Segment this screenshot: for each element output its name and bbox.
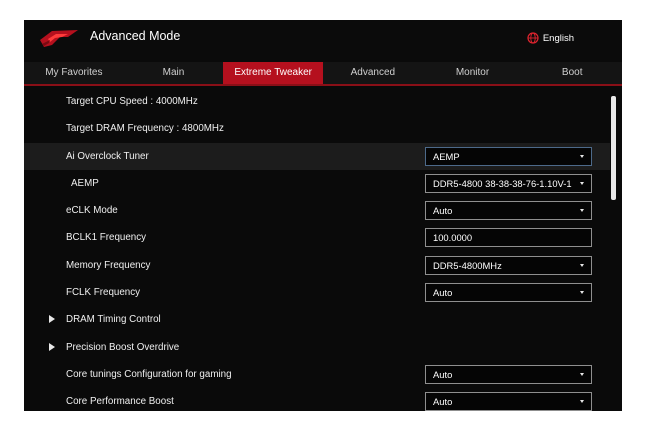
memory-frequency-label: Memory Frequency — [66, 260, 151, 271]
tab-extreme-tweaker[interactable]: Extreme Tweaker — [223, 62, 324, 84]
core-tunings-dropdown[interactable]: Auto — [425, 365, 592, 384]
core-tunings-value: Auto — [433, 369, 453, 380]
header-bar: Advanced Mode English — [24, 20, 622, 60]
scrollbar-track[interactable] — [611, 96, 616, 411]
dram-timing-control-label: DRAM Timing Control — [66, 314, 161, 325]
memory-frequency-value: DDR5-4800MHz — [433, 260, 502, 271]
tab-boot[interactable]: Boot — [522, 62, 622, 84]
scrollbar-thumb[interactable] — [611, 96, 616, 200]
fclk-frequency-value: Auto — [433, 287, 453, 298]
memory-frequency-dropdown[interactable]: DDR5-4800MHz — [425, 256, 592, 275]
row-fclk-frequency[interactable]: FCLK Frequency Auto — [24, 279, 610, 306]
aemp-value: DDR5-4800 38-38-38-76-1.10V-1 — [433, 178, 572, 189]
row-precision-boost-overdrive[interactable]: Precision Boost Overdrive — [24, 334, 610, 361]
bclk1-frequency-value: 100.0000 — [433, 232, 473, 243]
bclk1-frequency-input[interactable]: 100.0000 — [425, 228, 592, 247]
submenu-arrow-icon — [49, 343, 55, 351]
row-eclk-mode[interactable]: eCLK Mode Auto — [24, 197, 610, 224]
target-dram-frequency-label: Target DRAM Frequency : 4800MHz — [66, 123, 224, 134]
tab-monitor[interactable]: Monitor — [423, 62, 523, 84]
bios-screen: Advanced Mode English My Favorites Main … — [24, 20, 622, 411]
chevron-down-icon — [580, 264, 584, 267]
eclk-mode-dropdown[interactable]: Auto — [425, 201, 592, 220]
chevron-down-icon — [580, 209, 584, 212]
chevron-down-icon — [580, 155, 584, 158]
row-dram-timing-control[interactable]: DRAM Timing Control — [24, 306, 610, 333]
language-selector[interactable]: English — [527, 32, 574, 44]
fclk-frequency-dropdown[interactable]: Auto — [425, 283, 592, 302]
row-core-performance-boost[interactable]: Core Performance Boost Auto — [24, 388, 610, 411]
globe-icon — [527, 32, 539, 44]
core-performance-boost-label: Core Performance Boost — [66, 396, 174, 407]
eclk-mode-value: Auto — [433, 205, 453, 216]
tab-my-favorites[interactable]: My Favorites — [24, 62, 124, 84]
core-performance-boost-dropdown[interactable]: Auto — [425, 392, 592, 411]
tab-advanced[interactable]: Advanced — [323, 62, 423, 84]
row-aemp[interactable]: AEMP DDR5-4800 38-38-38-76-1.10V-1 — [24, 170, 610, 197]
tab-main[interactable]: Main — [124, 62, 224, 84]
core-performance-boost-value: Auto — [433, 396, 453, 407]
ai-overclock-tuner-dropdown[interactable]: AEMP — [425, 147, 592, 166]
aemp-dropdown[interactable]: DDR5-4800 38-38-38-76-1.10V-1 — [425, 174, 592, 193]
precision-boost-overdrive-label: Precision Boost Overdrive — [66, 342, 180, 353]
chevron-down-icon — [580, 373, 584, 376]
eclk-mode-label: eCLK Mode — [66, 205, 118, 216]
row-target-cpu-speed: Target CPU Speed : 4000MHz — [24, 88, 610, 115]
ai-overclock-tuner-label: Ai Overclock Tuner — [66, 151, 149, 162]
chevron-down-icon — [580, 400, 584, 403]
bclk1-frequency-label: BCLK1 Frequency — [66, 232, 147, 243]
target-cpu-speed-label: Target CPU Speed : 4000MHz — [66, 96, 198, 107]
chevron-down-icon — [580, 291, 584, 294]
aemp-label: AEMP — [71, 178, 99, 189]
rog-logo-icon — [38, 28, 80, 55]
row-ai-overclock-tuner[interactable]: Ai Overclock Tuner AEMP — [24, 143, 610, 170]
main-tab-bar: My Favorites Main Extreme Tweaker Advanc… — [24, 62, 622, 84]
core-tunings-label: Core tunings Configuration for gaming — [66, 369, 232, 380]
row-core-tunings[interactable]: Core tunings Configuration for gaming Au… — [24, 361, 610, 388]
app-title: Advanced Mode — [90, 29, 181, 43]
tab-underline — [24, 84, 622, 86]
row-bclk1-frequency[interactable]: BCLK1 Frequency 100.0000 — [24, 224, 610, 251]
submenu-arrow-icon — [49, 315, 55, 323]
language-label: English — [542, 32, 574, 44]
chevron-down-icon — [580, 182, 584, 185]
row-memory-frequency[interactable]: Memory Frequency DDR5-4800MHz — [24, 252, 610, 279]
settings-list: Target CPU Speed : 4000MHz Target DRAM F… — [24, 88, 610, 411]
ai-overclock-tuner-value: AEMP — [433, 151, 460, 162]
fclk-frequency-label: FCLK Frequency — [66, 287, 141, 298]
row-target-dram-frequency: Target DRAM Frequency : 4800MHz — [24, 115, 610, 142]
